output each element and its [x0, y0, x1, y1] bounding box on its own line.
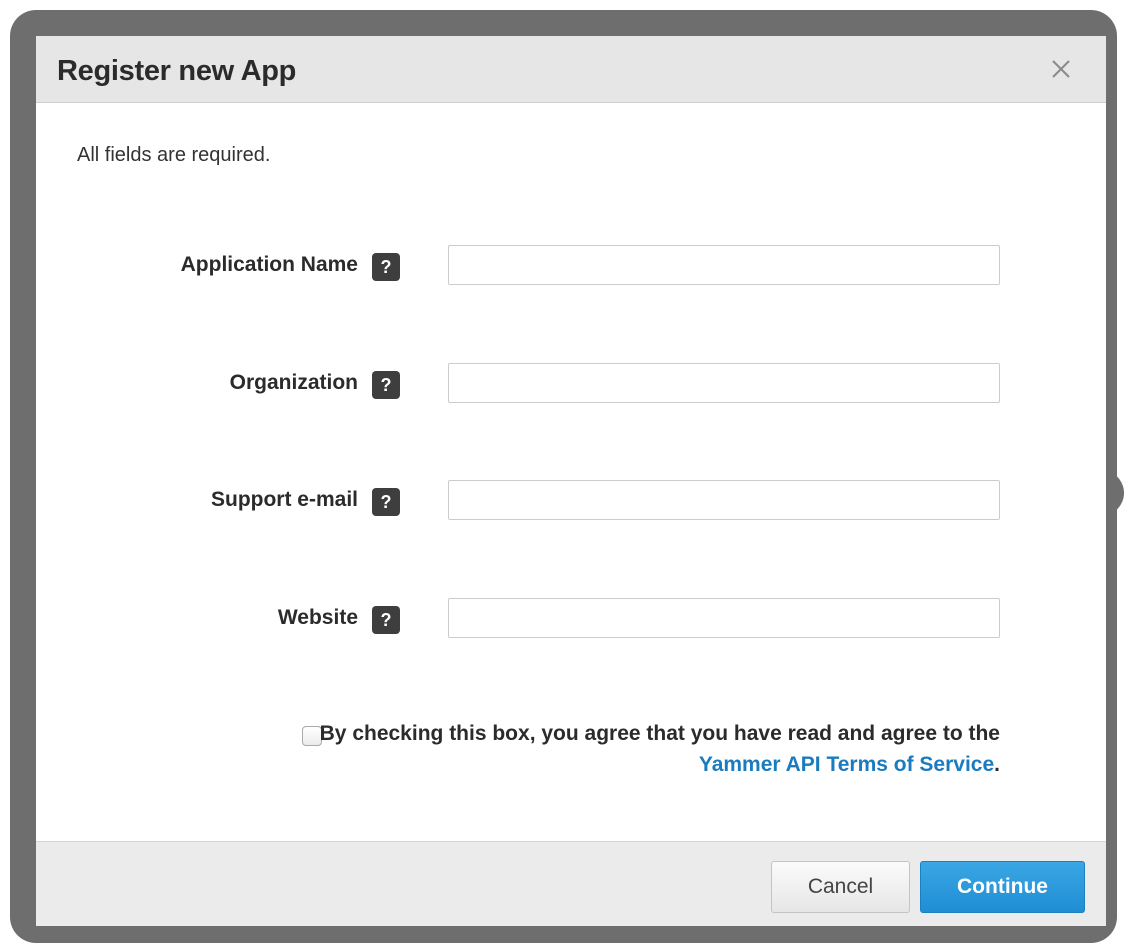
- cancel-button[interactable]: Cancel: [771, 861, 910, 913]
- required-notice: All fields are required.: [77, 144, 271, 166]
- support-email-help-icon[interactable]: ?: [372, 488, 400, 516]
- register-app-dialog: Register new App All fields are required…: [36, 36, 1106, 926]
- organization-help-icon[interactable]: ?: [372, 371, 400, 399]
- website-input[interactable]: [448, 598, 1000, 638]
- organization-label: Organization: [229, 371, 358, 394]
- support-email-label: Support e-mail: [210, 488, 358, 511]
- close-button[interactable]: [1046, 54, 1076, 84]
- dialog-title: Register new App: [57, 55, 297, 87]
- terms-of-service-link[interactable]: Yammer API Terms of Service: [699, 753, 994, 776]
- website-label: Website: [277, 606, 358, 629]
- dialog-footer: Cancel Continue: [36, 841, 1106, 926]
- terms-text-after: .: [994, 753, 1000, 776]
- terms-text-before: By checking this box, you agree that you…: [319, 722, 1000, 745]
- dialog-header: Register new App: [36, 36, 1106, 103]
- terms-agreement-text: By checking this box, you agree that you…: [300, 718, 1000, 780]
- organization-input[interactable]: [448, 363, 1000, 403]
- website-help-icon[interactable]: ?: [372, 606, 400, 634]
- application-name-label: Application Name: [180, 253, 358, 276]
- continue-button[interactable]: Continue: [920, 861, 1085, 913]
- support-email-input[interactable]: [448, 480, 1000, 520]
- application-name-input[interactable]: [448, 245, 1000, 285]
- application-name-help-icon[interactable]: ?: [372, 253, 400, 281]
- close-icon: [1052, 60, 1070, 78]
